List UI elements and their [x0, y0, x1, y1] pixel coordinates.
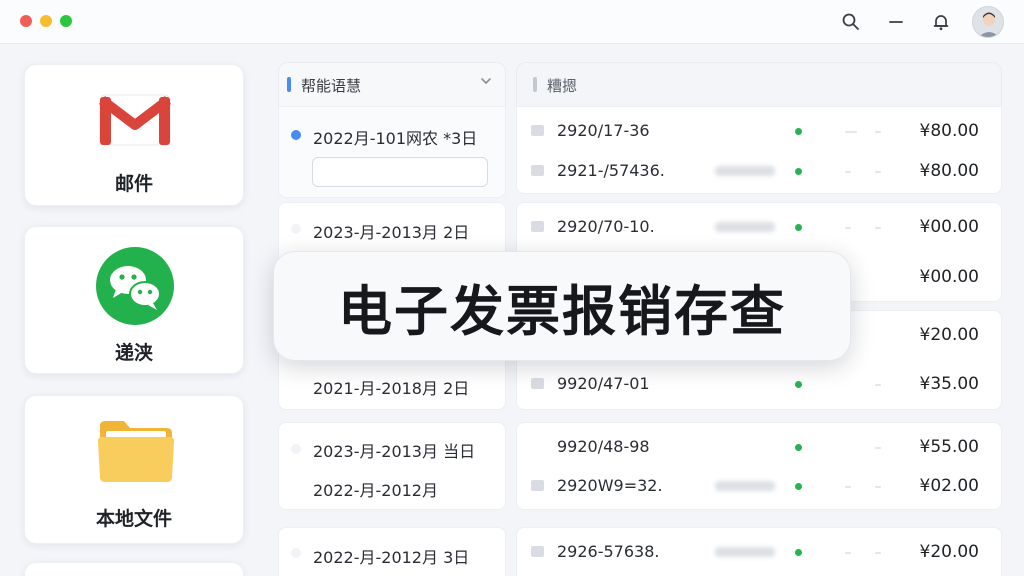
status-dot — [795, 549, 802, 556]
folder-icon — [96, 416, 176, 486]
status-dot — [795, 444, 802, 451]
invoice-id: 9920/47-01 — [557, 374, 650, 393]
file-icon — [531, 165, 544, 176]
date-label: 2023-月-2013月 当日 — [313, 442, 476, 461]
list-item[interactable]: 2022月-101网农 *3日 — [278, 106, 506, 198]
app-card-partial[interactable] — [24, 562, 244, 576]
app-card-wechat[interactable]: 递浃 — [24, 226, 244, 374]
app-card-local-files[interactable]: 本地文件 — [24, 395, 244, 544]
file-icon — [531, 546, 544, 557]
unselected-indicator — [291, 224, 301, 234]
file-icon — [531, 378, 544, 389]
table-row[interactable]: 2920W9=32. ¥02.00 — [517, 467, 1001, 507]
date-label: 2022-月-2012月 3日 — [313, 548, 470, 567]
date-label: 2023-月-2013月 2日 — [313, 223, 470, 242]
invoice-amount: ¥00.00 — [919, 217, 979, 237]
search-icon[interactable] — [839, 10, 863, 34]
invoice-id: 2920W9=32. — [557, 476, 663, 495]
chevron-down-icon[interactable] — [479, 73, 493, 92]
app-label-local-files: 本地文件 — [95, 508, 172, 530]
invoice-amount: ¥80.00 — [919, 121, 979, 141]
status-dot — [795, 168, 802, 175]
file-icon — [531, 125, 544, 136]
middle-panel-title: 帮能语慧 — [301, 77, 362, 95]
close-window-button[interactable] — [20, 15, 32, 27]
selected-indicator — [291, 130, 301, 140]
list-item[interactable]: 2023-月-2013月 当日 2022-月-2012月 — [278, 422, 506, 510]
unselected-indicator — [291, 444, 301, 454]
minimize-icon[interactable] — [884, 10, 908, 34]
zoom-window-button[interactable] — [60, 15, 72, 27]
redacted-text — [715, 481, 775, 491]
middle-panel-header[interactable]: 帮能语慧 — [278, 62, 506, 106]
redacted-text — [715, 547, 775, 557]
status-dot — [795, 381, 802, 388]
table-row[interactable]: 9920/48-98 ¥55.00 — [517, 428, 1001, 468]
invoice-amount: ¥80.00 — [919, 161, 979, 181]
invoice-amount: ¥35.00 — [919, 374, 979, 394]
date-label: 2022月-101网农 *3日 — [313, 129, 478, 148]
invoice-id: 2921-/57436. — [557, 161, 665, 180]
date-label: 2022-月-2012月 — [313, 481, 438, 500]
invoice-amount: ¥00.00 — [919, 267, 979, 287]
minimize-window-button[interactable] — [40, 15, 52, 27]
invoice-group: 2926-57638. ¥20.00 — [516, 527, 1002, 576]
table-row[interactable]: 9920/47-01 ¥35.00 — [517, 365, 1001, 405]
invoice-id: 2920/70-10. — [557, 217, 655, 236]
table-row[interactable]: 2920/70-10. ¥00.00 — [517, 208, 1001, 248]
unselected-indicator — [291, 548, 301, 558]
invoice-amount: ¥20.00 — [919, 325, 979, 345]
table-row[interactable]: 2926-57638. ¥20.00 — [517, 533, 1001, 573]
status-dot — [795, 224, 802, 231]
file-icon — [531, 221, 544, 232]
status-dot — [795, 128, 802, 135]
title-bar — [0, 0, 1024, 44]
status-dot — [795, 483, 802, 490]
invoice-amount: ¥20.00 — [919, 542, 979, 562]
right-panel-header: 糟摁 — [516, 62, 1002, 106]
accent-bar — [287, 77, 291, 92]
invoice-amount: ¥02.00 — [919, 476, 979, 496]
app-card-mail[interactable]: 邮件 — [24, 64, 244, 206]
invoice-group: 9920/48-98 ¥55.00 2920W9=32. ¥02.00 — [516, 422, 1002, 510]
accent-bar — [533, 77, 537, 92]
invoice-id: 9920/48-98 — [557, 437, 650, 456]
wechat-icon — [96, 247, 174, 325]
date-label: 2021-月-2018月 2日 — [313, 379, 470, 398]
note-input[interactable] — [312, 157, 488, 187]
app-label-mail: 邮件 — [114, 173, 153, 195]
redacted-text — [715, 222, 775, 232]
list-item[interactable]: 2022-月-2012月 3日 — [278, 527, 506, 576]
banner-title: 电子发票报销存查 — [338, 279, 786, 343]
right-panel-title: 糟摁 — [547, 77, 578, 95]
invoice-group: 2920/17-36 ¥80.00 2921-/57436. ¥80.00 — [516, 106, 1002, 194]
invoice-id: 2920/17-36 — [557, 121, 650, 140]
gmail-icon — [96, 91, 174, 149]
invoice-amount: ¥55.00 — [919, 437, 979, 457]
redacted-text — [715, 166, 775, 176]
table-row[interactable]: 2921-/57436. ¥80.00 — [517, 152, 1001, 192]
avatar[interactable] — [972, 6, 1004, 38]
invoice-id: 2926-57638. — [557, 542, 660, 561]
table-row[interactable]: 2920/17-36 ¥80.00 — [517, 112, 1001, 152]
app-label-wechat: 递浃 — [114, 342, 153, 364]
file-icon — [531, 480, 544, 491]
title-banner: 电子发票报销存查 — [273, 251, 851, 361]
bell-icon[interactable] — [929, 10, 953, 34]
